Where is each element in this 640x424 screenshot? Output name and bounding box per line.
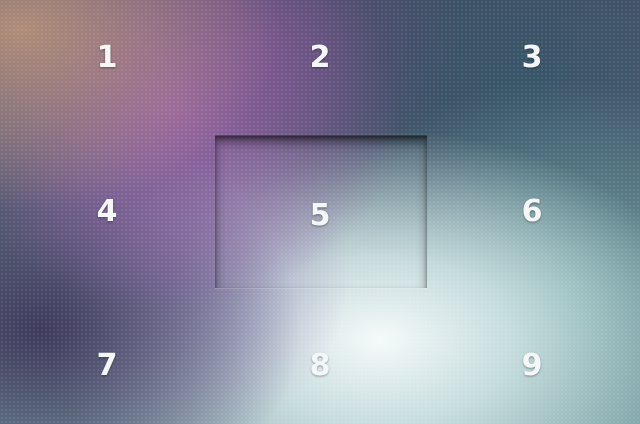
grid-cell-8-label[interactable]: 8 [290, 346, 350, 386]
grid-cell-3-label[interactable]: 3 [502, 38, 562, 78]
grid-cell-5-label[interactable]: 5 [290, 196, 350, 236]
grid-cell-7-label[interactable]: 7 [77, 346, 137, 386]
grid-cell-4-label[interactable]: 4 [77, 192, 137, 232]
grid-cell-9-label[interactable]: 9 [502, 346, 562, 386]
grid-cell-6-label[interactable]: 6 [502, 192, 562, 232]
grid-cell-2-label[interactable]: 2 [290, 38, 350, 78]
grid-cell-1-label[interactable]: 1 [77, 38, 137, 78]
desktop-grid-screen: 1 2 3 4 5 6 7 8 9 [0, 0, 640, 424]
